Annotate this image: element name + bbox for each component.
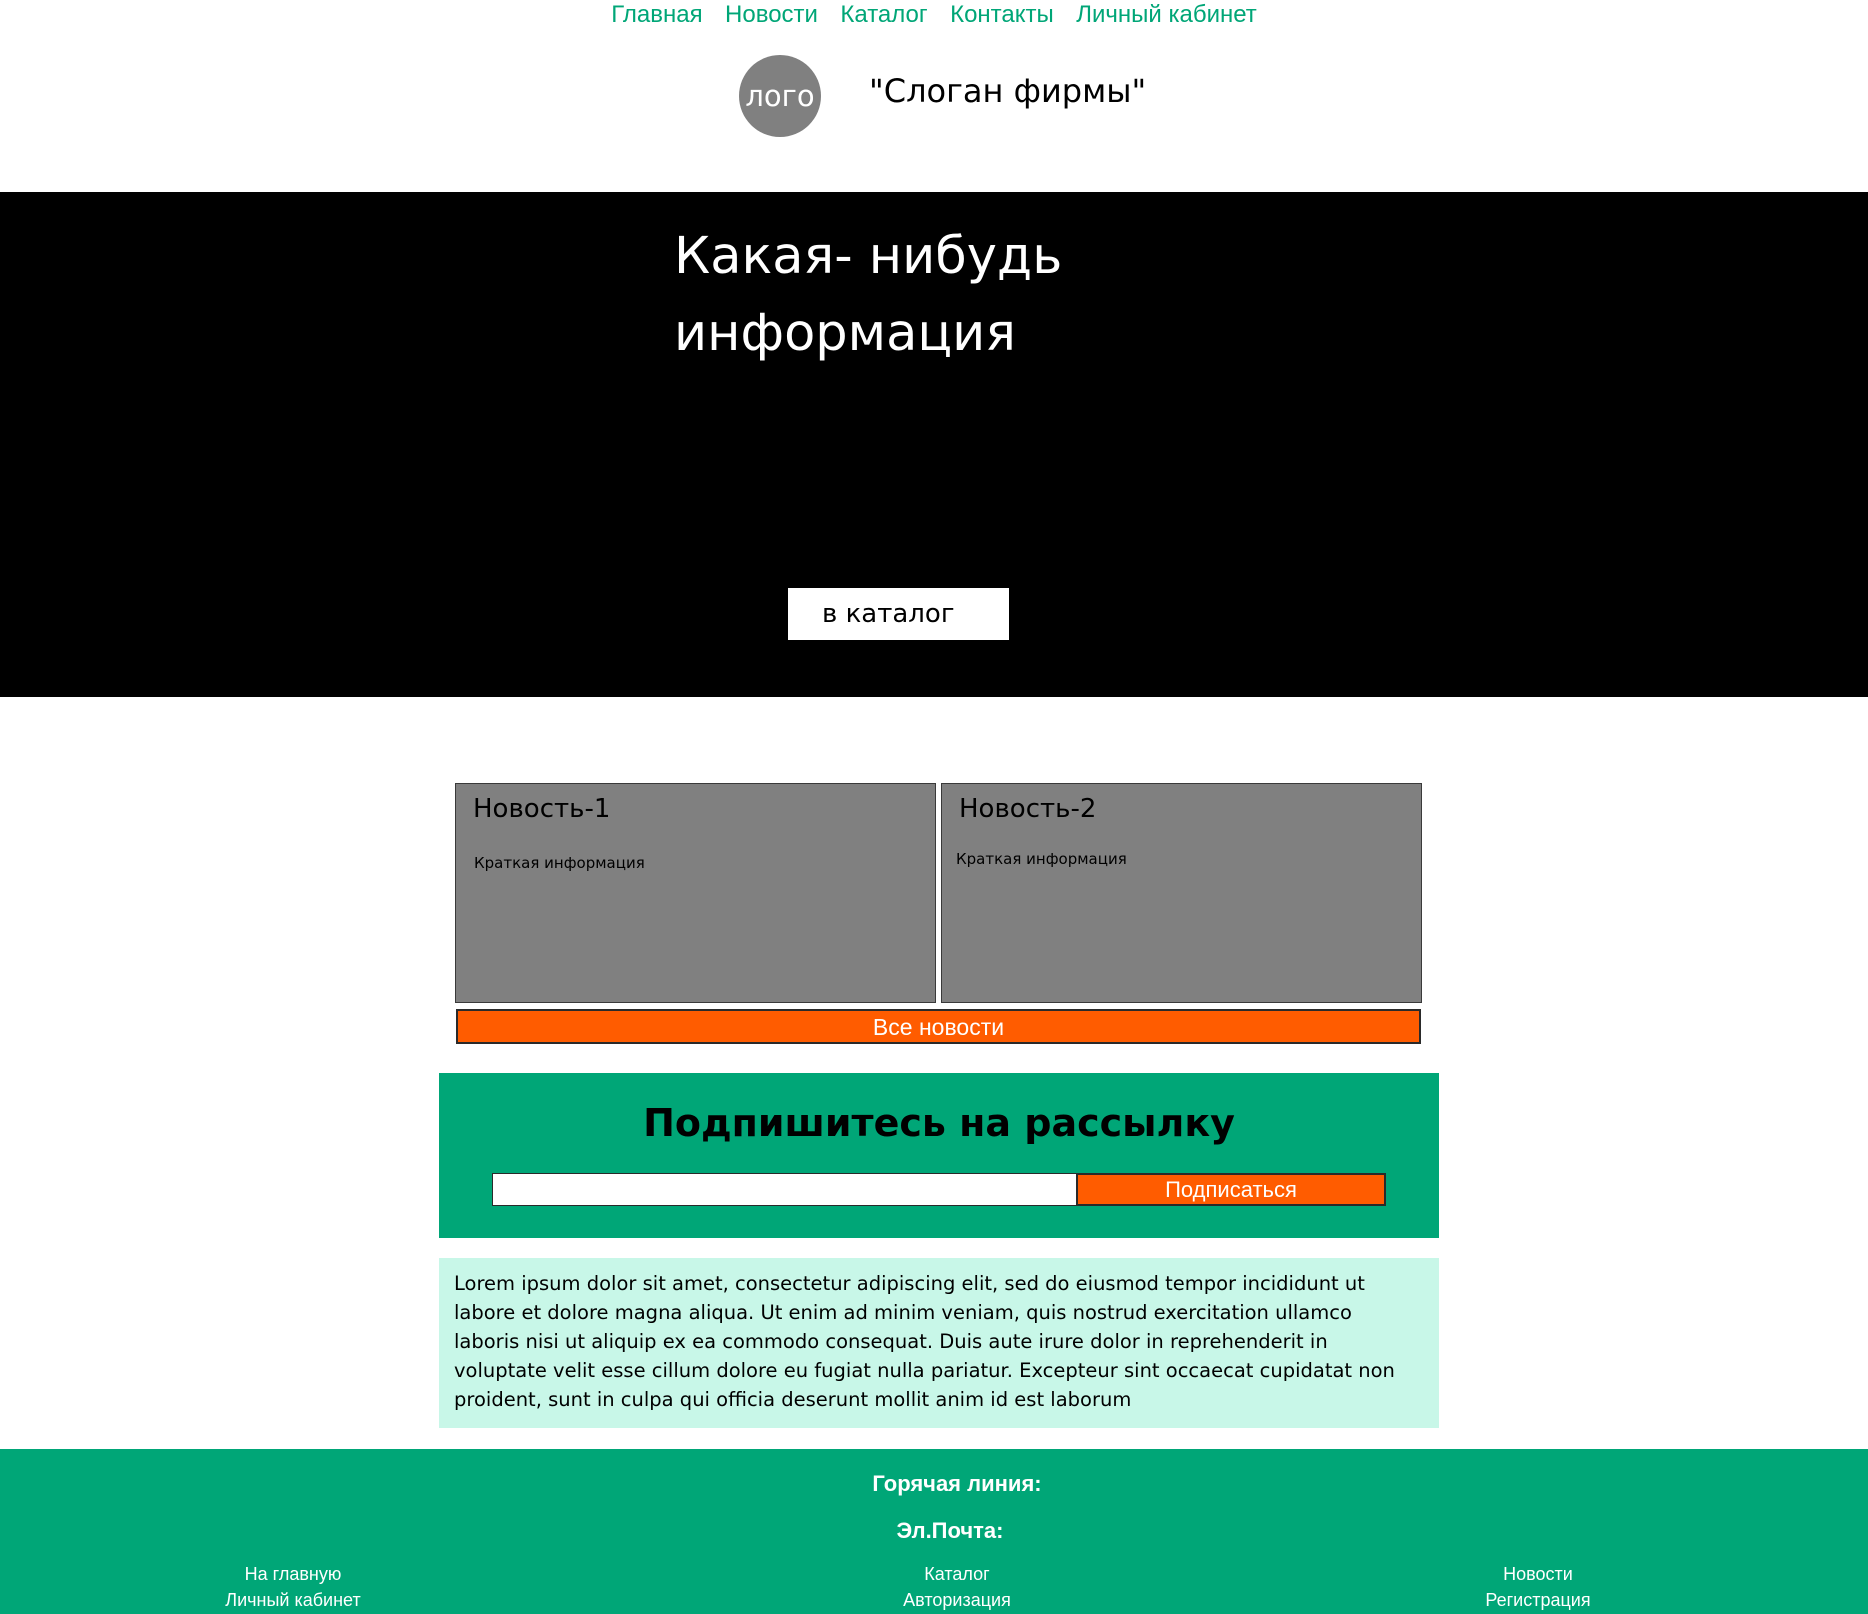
news-summary: Краткая информация xyxy=(956,850,1127,868)
footer-link-register[interactable]: Регистрация xyxy=(1388,1587,1688,1613)
nav-link-account[interactable]: Личный кабинет xyxy=(1076,1,1257,28)
all-news-button[interactable]: Все новости xyxy=(456,1009,1421,1044)
top-nav: Главная Новости Каталог Контакты Личный … xyxy=(0,0,1868,32)
news-card[interactable]: Новость-1 Краткая информация xyxy=(455,783,936,1003)
footer-link-home[interactable]: На главную xyxy=(143,1561,443,1587)
subscribe-section: Подпишитесь на рассылку Подписаться xyxy=(439,1073,1439,1238)
info-text-block: Lorem ipsum dolor sit amet, consectetur … xyxy=(439,1258,1439,1428)
subscribe-button[interactable]: Подписаться xyxy=(1076,1173,1386,1206)
news-summary: Краткая информация xyxy=(474,854,645,872)
hero-title: Какая- нибудь информация xyxy=(674,227,1063,363)
footer-link-news[interactable]: Новости xyxy=(1388,1561,1688,1587)
nav-link-contacts[interactable]: Контакты xyxy=(950,1,1054,28)
subscribe-title: Подпишитесь на рассылку xyxy=(643,1101,1235,1145)
news-title: Новость-2 xyxy=(959,794,1097,824)
footer-link-account[interactable]: Личный кабинет xyxy=(143,1587,443,1613)
footer-link-catalog[interactable]: Каталог xyxy=(807,1561,1107,1587)
nav-link-news[interactable]: Новости xyxy=(725,1,818,28)
nav-link-home[interactable]: Главная xyxy=(611,1,702,28)
footer: Горячая линия: Эл.Почта: На главную Личн… xyxy=(0,1449,1868,1614)
footer-link-login[interactable]: Авторизация xyxy=(807,1587,1107,1613)
email-label: Эл.Почта: xyxy=(896,1518,1004,1543)
nav-link-catalog[interactable]: Каталог xyxy=(840,1,927,28)
hero-banner: Какая- нибудь информация в каталог xyxy=(0,192,1868,697)
slogan: "Слоган фирмы" xyxy=(869,72,1147,110)
hotline-label: Горячая линия: xyxy=(872,1471,1042,1496)
email-field[interactable] xyxy=(492,1173,1077,1206)
catalog-button[interactable]: в каталог xyxy=(788,588,1009,640)
news-title: Новость-1 xyxy=(473,794,611,824)
logo[interactable]: лого xyxy=(739,55,821,137)
footer-column: На главную Личный кабинет xyxy=(143,1561,443,1613)
footer-column: Каталог Авторизация xyxy=(807,1561,1107,1613)
news-card[interactable]: Новость-2 Краткая информация xyxy=(941,783,1422,1003)
footer-column: Новости Регистрация xyxy=(1388,1561,1688,1613)
